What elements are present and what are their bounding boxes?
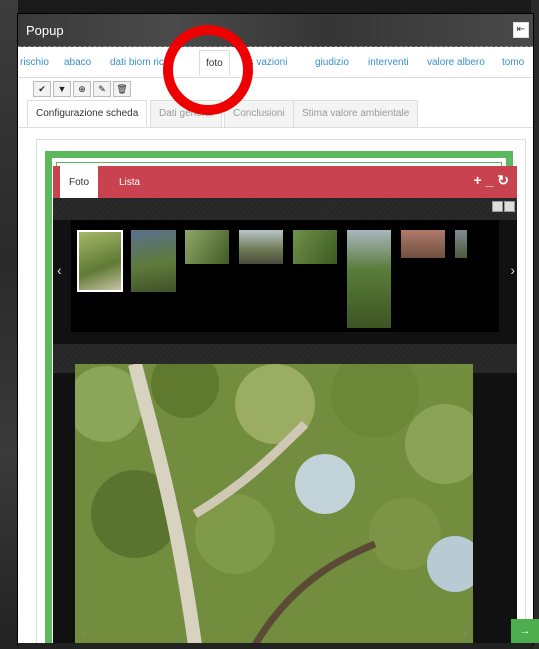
annotation-circle <box>163 25 253 115</box>
exit-icon[interactable]: ⇤ <box>513 22 529 38</box>
minimize-icon[interactable]: _ <box>486 172 494 188</box>
tab-foto-gallery[interactable]: Foto <box>60 166 99 198</box>
background-left <box>0 0 18 649</box>
green-corner-button[interactable]: → <box>511 619 539 643</box>
thumbnail-carousel: ‹ › <box>57 220 515 332</box>
thumbnail[interactable] <box>77 230 123 292</box>
main-tabs: rischio abaco dati biom rici foto os vaz… <box>18 47 533 78</box>
popup-header: Popup ⇤ <box>18 14 533 47</box>
tree-photo <box>75 364 473 645</box>
tab-giudizio[interactable]: giudizio <box>315 57 349 68</box>
tab-lista[interactable]: Lista <box>110 166 149 198</box>
subtab-configurazione-scheda[interactable]: Configurazione scheda <box>27 100 148 127</box>
thumbnail[interactable] <box>239 230 283 264</box>
sub-tabs: Configurazione scheda Dati general Concl… <box>18 99 533 128</box>
filter-icon[interactable]: ▼ <box>53 81 71 97</box>
main-photo: ‹ › <box>75 364 473 645</box>
view-switch-strip <box>53 198 517 220</box>
photo-prev-icon[interactable]: ‹ <box>81 624 86 640</box>
bottom-bar <box>18 643 533 649</box>
subtab-stima-valore-ambientale[interactable]: Stima valore ambientale <box>293 100 419 127</box>
zoom-icon[interactable]: ⊕ <box>73 81 91 97</box>
tab-interventi[interactable]: interventi <box>368 57 409 68</box>
trash-icon[interactable]: 🗑 <box>113 81 131 97</box>
refresh-icon[interactable]: ↻ <box>497 172 509 188</box>
thumbnail[interactable] <box>131 230 176 292</box>
thumbnail[interactable] <box>293 230 337 264</box>
tab-tomo[interactable]: tomo <box>502 57 524 68</box>
photo-panel-header: Foto Lista + _ ↻ <box>53 166 517 198</box>
popup-window: Popup ⇤ rischio abaco dati biom rici fot… <box>18 14 533 645</box>
carousel-next-icon[interactable]: › <box>510 262 515 278</box>
tab-valore-albero[interactable]: valore albero <box>427 57 485 68</box>
toolbar: ✔ ▼ ⊕ ✎ 🗑 <box>18 81 533 99</box>
popup-title: Popup <box>26 23 64 38</box>
tab-rischio[interactable]: rischio <box>20 57 49 68</box>
panel-actions: + _ ↻ <box>474 172 510 189</box>
thumbnail[interactable] <box>455 230 467 258</box>
pencil-icon[interactable]: ✎ <box>93 81 111 97</box>
add-icon[interactable]: + <box>474 172 482 188</box>
photo-next-icon[interactable]: › <box>462 624 467 640</box>
tab-dati-biometrici[interactable]: dati biom rici <box>110 57 166 68</box>
grid-view-icon[interactable] <box>492 201 503 212</box>
thumbnail[interactable] <box>185 230 229 264</box>
thumbnail[interactable] <box>401 230 445 258</box>
carousel-prev-icon[interactable]: ‹ <box>57 262 62 278</box>
photo-panel: Foto Lista + _ ↻ ‹ › ‹ › <box>53 166 517 645</box>
tab-abaco[interactable]: abaco <box>64 57 91 68</box>
check-icon[interactable]: ✔ <box>33 81 51 97</box>
thumbnail[interactable] <box>347 230 391 328</box>
single-view-icon[interactable] <box>504 201 515 212</box>
